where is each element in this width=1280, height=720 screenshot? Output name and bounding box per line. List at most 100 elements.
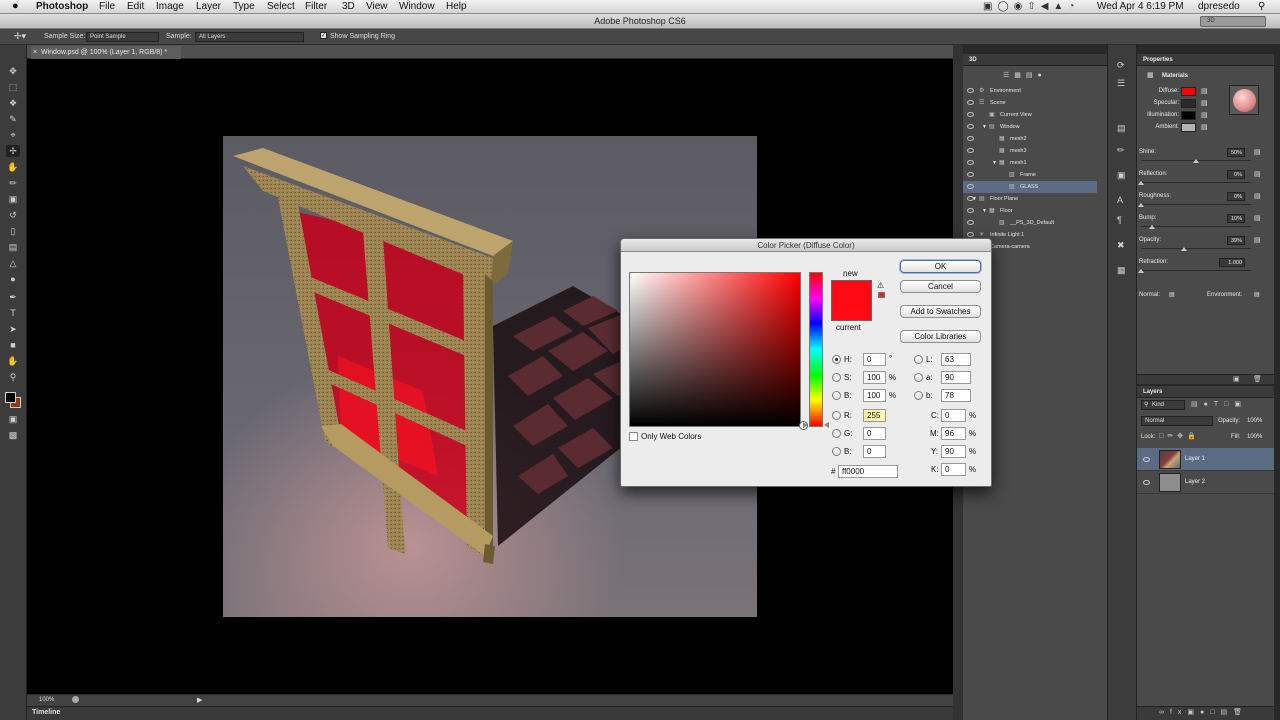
sample-select[interactable]: All Layers — [195, 32, 304, 42]
dock-adjust-icon[interactable]: ☰ — [1117, 78, 1125, 89]
texture-folder-icon[interactable]: ▤ — [1201, 123, 1208, 131]
properties-header[interactable]: Properties — [1137, 54, 1274, 66]
scene-tree-item[interactable]: ▧ Frame — [963, 169, 1097, 181]
visibility-eye-icon[interactable] — [967, 172, 974, 177]
marquee-tool-icon[interactable]: ⬚ — [6, 81, 20, 93]
dock-char-icon[interactable]: A — [1117, 195, 1123, 205]
lab-a-field[interactable]: 90 — [941, 371, 971, 384]
material-slider-value[interactable]: 50% — [1227, 148, 1245, 157]
slider-folder-icon[interactable]: ▤ — [1254, 170, 1261, 178]
sample-size-select[interactable]: Point Sample — [86, 32, 159, 42]
blend-mode-select[interactable]: Normal — [1141, 416, 1213, 426]
expand-triangle-icon[interactable]: ▼ — [982, 121, 987, 133]
layer-row[interactable]: Layer 1 — [1137, 448, 1274, 471]
visibility-eye-icon[interactable] — [967, 112, 974, 117]
brightness-field[interactable]: 100 — [863, 389, 886, 402]
filter-scene-icon[interactable]: ☰ — [1003, 72, 1014, 79]
filter-material-icon[interactable]: ▤ — [1026, 72, 1038, 79]
hue-field[interactable]: 0 — [863, 353, 886, 366]
materials-tab-label[interactable]: Materials — [1162, 73, 1188, 79]
material-slider-track[interactable] — [1141, 182, 1251, 183]
move-tool-icon[interactable]: ✥ — [6, 65, 20, 77]
expand-triangle-icon[interactable]: ▼ — [982, 205, 987, 217]
texture-folder-icon[interactable]: ▤ — [1201, 87, 1208, 95]
zoom-tool-icon[interactable]: ⚲ — [6, 371, 20, 383]
material-slider-track[interactable] — [1141, 248, 1251, 249]
visibility-eye-icon[interactable] — [967, 184, 974, 189]
scene-tree-item[interactable]: ▧ __PS_3D_Default — [963, 217, 1097, 229]
properties-delete-icon[interactable]: 🗑 — [1253, 375, 1262, 383]
slider-folder-icon[interactable]: ▤ — [1254, 192, 1261, 200]
menu-image[interactable]: Image — [156, 1, 184, 12]
hue-radio[interactable] — [832, 355, 841, 364]
brush-tool-icon[interactable]: ✏ — [6, 177, 20, 189]
expand-triangle-icon[interactable]: ▼ — [972, 193, 977, 205]
menu-select[interactable]: Select — [267, 1, 295, 12]
visibility-eye-icon[interactable] — [967, 124, 974, 129]
scene-tree-item[interactable]: ▦ mesh3 — [963, 145, 1097, 157]
material-slider-thumb[interactable] — [1193, 159, 1199, 163]
visibility-eye-icon[interactable] — [967, 148, 974, 153]
hand-tool-icon[interactable]: ✋ — [6, 355, 20, 367]
quick-select-tool-icon[interactable]: ✎ — [6, 113, 20, 125]
blur-tool-icon[interactable]: △ — [6, 257, 20, 269]
brightness-radio[interactable] — [832, 391, 841, 400]
layer-filter-icons[interactable]: ▤●T□▣ — [1191, 400, 1247, 408]
pen-tool-icon[interactable]: ✒ — [6, 291, 20, 303]
path-select-tool-icon[interactable]: ➤ — [6, 323, 20, 335]
apple-icon[interactable]: ● — [12, 0, 19, 12]
hue-slider-left-arrow[interactable] — [803, 422, 808, 428]
menu-filter[interactable]: Filter — [305, 1, 327, 12]
menu-3d[interactable]: 3D — [342, 1, 355, 12]
color-picker-titlebar[interactable]: Color Picker (Diffuse Color) — [621, 239, 991, 252]
document-tab[interactable]: × Window.psd @ 100% (Layer 1, RGB/8) * — [31, 46, 181, 59]
saturation-radio[interactable] — [832, 373, 841, 382]
crop-tool-icon[interactable]: ⌖ — [6, 129, 20, 141]
material-slider-thumb[interactable] — [1138, 203, 1144, 207]
healing-tool-icon[interactable]: ✋ — [6, 161, 20, 173]
dodge-tool-icon[interactable]: ● — [6, 273, 20, 285]
spotlight-icon[interactable]: ⚲ — [1258, 1, 1265, 12]
properties-render-icon[interactable]: ▣ — [1233, 375, 1240, 383]
red-field[interactable]: 255 — [863, 409, 886, 422]
history-brush-tool-icon[interactable]: ↺ — [6, 209, 20, 221]
material-preview[interactable] — [1229, 85, 1259, 115]
eyedropper-tool-icon[interactable]: ✢ — [6, 145, 20, 157]
visibility-eye-icon[interactable] — [967, 100, 974, 105]
red-radio[interactable] — [832, 411, 841, 420]
dock-history-icon[interactable]: ⟳ — [1117, 60, 1125, 71]
filter-mesh-icon[interactable]: ▦ — [1014, 72, 1026, 79]
menu-file[interactable]: File — [99, 1, 115, 12]
scene-tree-item[interactable]: ▼ ▤ Floor Plane — [963, 193, 1097, 205]
visibility-eye-icon[interactable] — [967, 232, 974, 237]
hex-field[interactable]: ff0000 — [838, 465, 898, 478]
expand-triangle-icon[interactable]: ▼ — [992, 157, 997, 169]
layer-visibility-eye-icon[interactable] — [1143, 457, 1150, 462]
menubar-clock[interactable]: Wed Apr 4 6:19 PM — [1097, 1, 1184, 12]
timeline-panel-tab[interactable]: Timeline — [27, 706, 963, 720]
lab-l-field[interactable]: 63 — [941, 353, 971, 366]
scene-tree-item[interactable]: ▧ GLASS — [963, 181, 1097, 193]
green-field[interactable]: 0 — [863, 427, 886, 440]
visibility-eye-icon[interactable] — [967, 208, 974, 213]
material-color-swatch[interactable] — [1181, 123, 1196, 132]
green-radio[interactable] — [832, 429, 841, 438]
dock-clone-icon[interactable]: ▣ — [1117, 170, 1126, 181]
material-slider-track[interactable] — [1141, 204, 1251, 205]
saturation-field[interactable]: 100 — [863, 371, 886, 384]
slider-folder-icon[interactable]: ▤ — [1254, 214, 1261, 222]
layers-header[interactable]: Layers — [1137, 386, 1274, 398]
material-slider-value[interactable]: 0% — [1227, 192, 1245, 201]
zoom-level[interactable]: 100% — [39, 697, 54, 703]
slider-folder-icon[interactable]: ▤ — [1254, 148, 1261, 156]
lab-l-radio[interactable] — [914, 355, 923, 364]
foreground-color-swatch[interactable] — [5, 392, 16, 403]
menu-edit[interactable]: Edit — [127, 1, 144, 12]
lasso-tool-icon[interactable]: ❖ — [6, 97, 20, 109]
layer-visibility-eye-icon[interactable] — [1143, 480, 1150, 485]
material-color-swatch[interactable] — [1181, 99, 1196, 108]
menu-layer[interactable]: Layer — [196, 1, 221, 12]
scene-tree-item[interactable]: ▣ Current View — [963, 109, 1097, 121]
gamut-warning-icon[interactable]: ⚠ — [877, 281, 884, 290]
environment-folder-icon[interactable]: ▤ — [1254, 291, 1260, 298]
